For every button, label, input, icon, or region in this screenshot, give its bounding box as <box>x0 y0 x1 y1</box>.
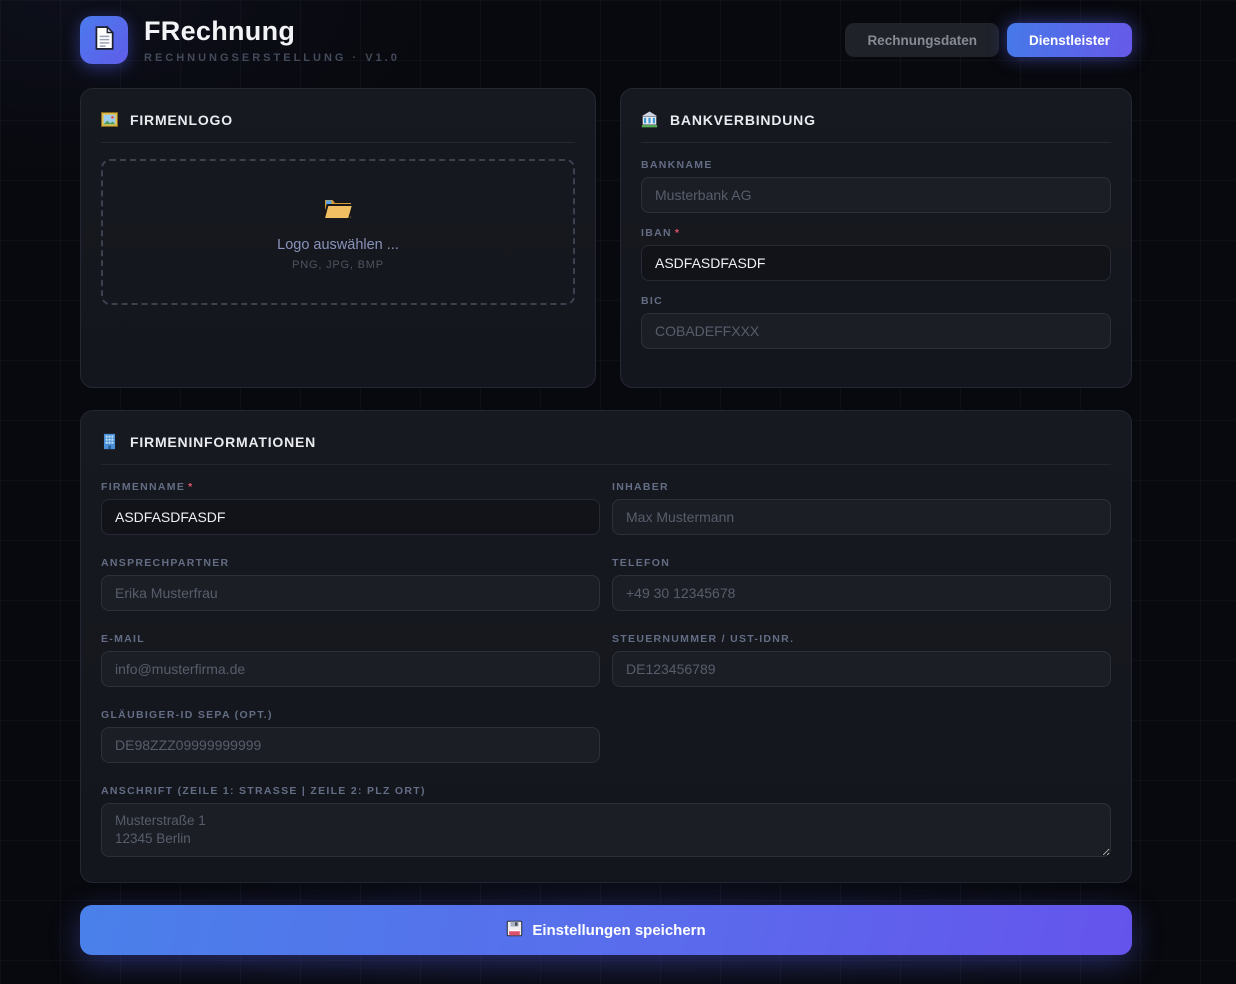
required-mark: * <box>188 481 193 493</box>
tab-dienstleister[interactable]: Dienstleister <box>1007 23 1132 57</box>
bic-label: BIC <box>641 295 1111 307</box>
bankverbindung-card: BANKVERBINDUNG BANKNAME IBAN* BIC <box>620 88 1132 388</box>
floppy-disk-icon <box>506 920 523 941</box>
office-building-icon <box>101 433 118 450</box>
iban-field: IBAN* <box>641 227 1111 281</box>
anschrift-label: ANSCHRIFT (ZEILE 1: STRASSE | ZEILE 2: P… <box>101 785 1111 797</box>
dropzone-label: Logo auswählen ... <box>277 237 399 253</box>
ansprechpartner-field: ANSPRECHPARTNER <box>101 557 600 611</box>
bankverbindung-card-header: BANKVERBINDUNG <box>641 109 1111 143</box>
telefon-field: TELEFON <box>612 557 1111 611</box>
bankname-field: BANKNAME <box>641 159 1111 213</box>
telefon-label: TELEFON <box>612 557 1111 569</box>
anschrift-field: ANSCHRIFT (ZEILE 1: STRASSE | ZEILE 2: P… <box>101 785 1111 862</box>
bankname-input[interactable] <box>641 177 1111 213</box>
required-mark: * <box>675 227 680 239</box>
email-input[interactable] <box>101 651 600 687</box>
glaeubiger-id-input[interactable] <box>101 727 600 763</box>
grid-spacer <box>612 709 1111 763</box>
firmenname-input[interactable] <box>101 499 600 535</box>
bankverbindung-card-title: BANKVERBINDUNG <box>670 112 816 128</box>
page: FRechnung RECHNUNGSERSTELLUNG · V1.0 Rec… <box>80 0 1132 955</box>
bic-field: BIC <box>641 295 1111 349</box>
title-block: FRechnung RECHNUNGSERSTELLUNG · V1.0 <box>144 16 400 64</box>
telefon-input[interactable] <box>612 575 1111 611</box>
company-fields-grid: FIRMENNAME* INHABER ANSPRECHPARTNER TELE… <box>101 481 1111 763</box>
firmenlogo-card: FIRMENLOGO Logo auswählen ... PNG, JPG, … <box>80 88 596 388</box>
firmenlogo-card-header: FIRMENLOGO <box>101 109 575 143</box>
tab-rechnungsdaten[interactable]: Rechnungsdaten <box>845 23 999 57</box>
anschrift-textarea[interactable] <box>101 803 1111 857</box>
ansprechpartner-label: ANSPRECHPARTNER <box>101 557 600 569</box>
app-logo <box>80 16 128 64</box>
email-label: E-MAIL <box>101 633 600 645</box>
firmeninformationen-card-title: FIRMENINFORMATIONEN <box>130 434 316 450</box>
app-title: FRechnung <box>144 16 400 47</box>
anschrift-row: ANSCHRIFT (ZEILE 1: STRASSE | ZEILE 2: P… <box>101 785 1111 862</box>
app-subtitle: RECHNUNGSERSTELLUNG · V1.0 <box>144 52 400 64</box>
firmeninformationen-card-header: FIRMENINFORMATIONEN <box>101 431 1111 465</box>
save-settings-button[interactable]: Einstellungen speichern <box>80 905 1132 955</box>
save-button-label: Einstellungen speichern <box>532 922 705 939</box>
steuernummer-label: STEUERNUMMER / UST-IDNR. <box>612 633 1111 645</box>
open-folder-icon <box>321 194 355 228</box>
firmenname-field: FIRMENNAME* <box>101 481 600 535</box>
document-icon <box>91 25 117 56</box>
iban-input[interactable] <box>641 245 1111 281</box>
inhaber-label: INHABER <box>612 481 1111 493</box>
firmenlogo-card-title: FIRMENLOGO <box>130 112 233 128</box>
app-header: FRechnung RECHNUNGSERSTELLUNG · V1.0 Rec… <box>80 0 1132 64</box>
inhaber-input[interactable] <box>612 499 1111 535</box>
bankname-label: BANKNAME <box>641 159 1111 171</box>
firmenlogo-card-body: Logo auswählen ... PNG, JPG, BMP <box>101 159 575 367</box>
ansprechpartner-input[interactable] <box>101 575 600 611</box>
bic-input[interactable] <box>641 313 1111 349</box>
firmenname-label: FIRMENNAME* <box>101 481 600 493</box>
steuernummer-input[interactable] <box>612 651 1111 687</box>
bank-icon <box>641 111 658 128</box>
steuernummer-field: STEUERNUMMER / UST-IDNR. <box>612 633 1111 687</box>
glaeubiger-id-label: GLÄUBIGER-ID SEPA (OPT.) <box>101 709 600 721</box>
inhaber-field: INHABER <box>612 481 1111 535</box>
framed-picture-icon <box>101 111 118 128</box>
dropzone-hint: PNG, JPG, BMP <box>292 259 384 271</box>
logo-dropzone[interactable]: Logo auswählen ... PNG, JPG, BMP <box>101 159 575 305</box>
email-field: E-MAIL <box>101 633 600 687</box>
firmeninformationen-card: FIRMENINFORMATIONEN FIRMENNAME* INHABER … <box>80 410 1132 883</box>
top-cards-row: FIRMENLOGO Logo auswählen ... PNG, JPG, … <box>80 88 1132 388</box>
glaeubiger-id-field: GLÄUBIGER-ID SEPA (OPT.) <box>101 709 600 763</box>
nav-tabs: Rechnungsdaten Dienstleister <box>845 23 1132 57</box>
iban-label: IBAN* <box>641 227 1111 239</box>
